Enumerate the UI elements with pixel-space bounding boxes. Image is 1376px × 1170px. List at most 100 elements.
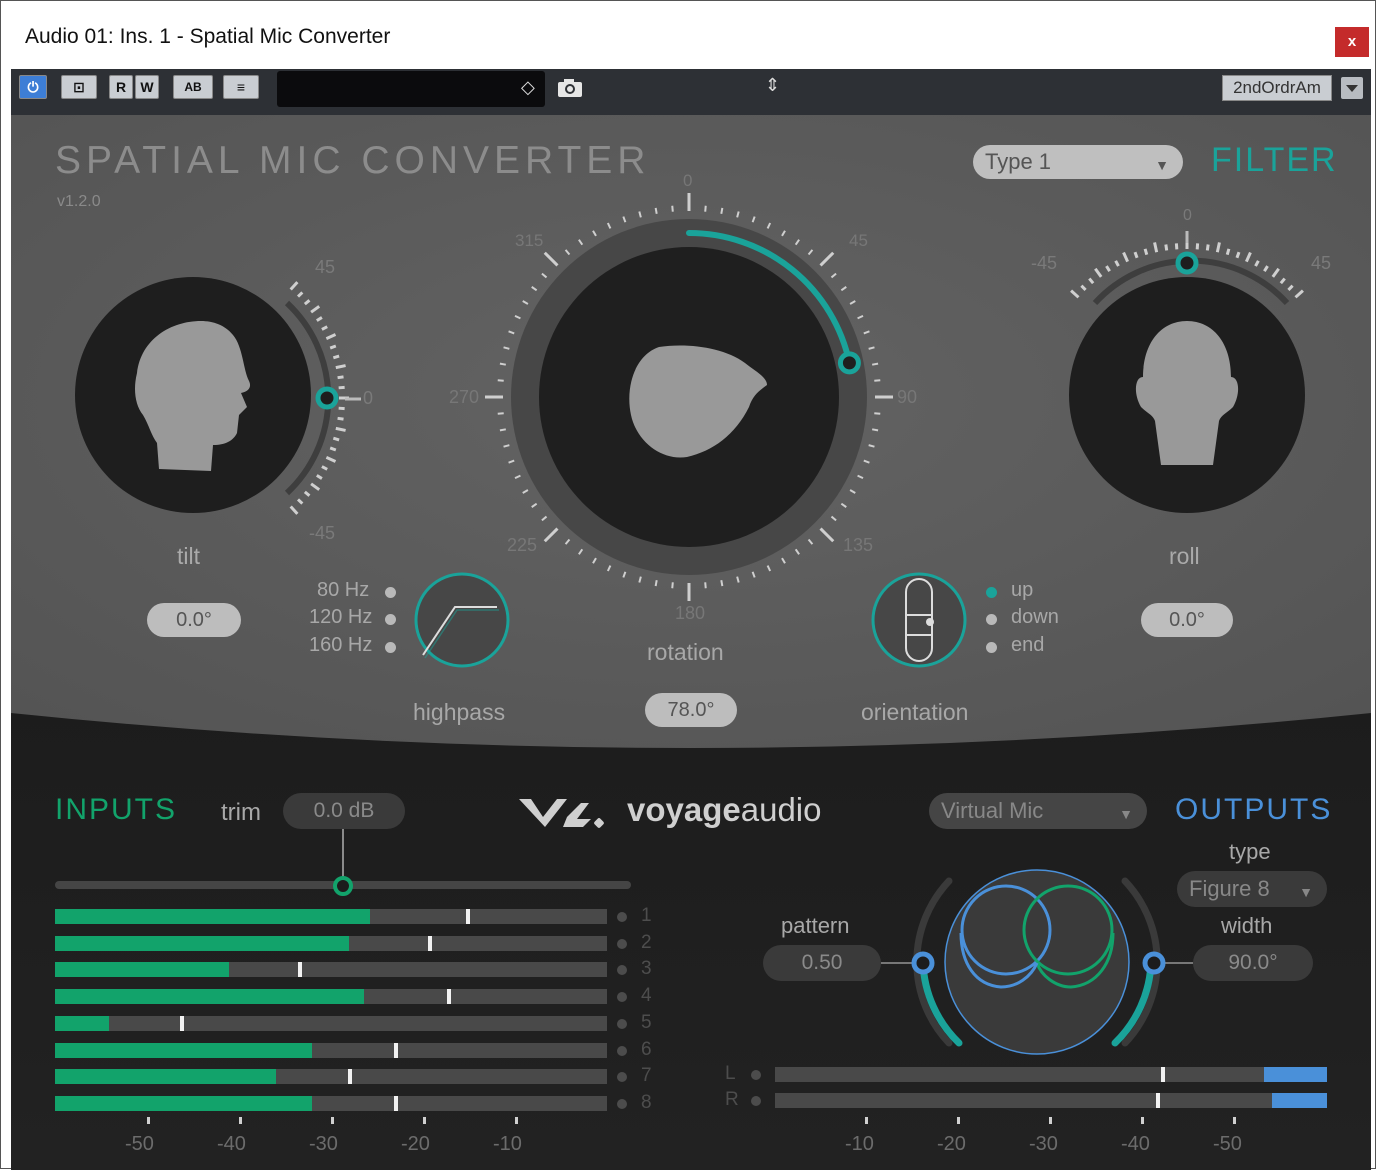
plugin-panel: SPATIAL MIC CONVERTER v1.2.0 Type 1 ▼ FI… [11, 115, 1371, 1170]
output-scale-tick [1049, 1117, 1052, 1124]
scale-tick [872, 364, 878, 365]
highpass-option-120-dot[interactable] [385, 614, 396, 625]
output-channel-dot [751, 1096, 761, 1106]
input-channel-dot [617, 1046, 627, 1056]
input-meter-level [55, 989, 364, 1004]
input-scale-label: -50 [125, 1133, 154, 1156]
tilt-scale-bottom: -45 [309, 523, 335, 544]
preset-field[interactable]: ⇕ ◇ [277, 71, 545, 107]
output-scale-label: -10 [845, 1133, 874, 1156]
output-meter-peak [1161, 1067, 1165, 1082]
highpass-option-160-dot[interactable] [385, 642, 396, 653]
read-automation-button[interactable]: R [109, 75, 133, 99]
window-title: Audio 01: Ins. 1 - Spatial Mic Converter [25, 25, 390, 49]
highpass-button[interactable] [416, 574, 508, 666]
preset-arrows-icon[interactable]: ⇕ [765, 75, 780, 96]
output-meter-peak [1156, 1093, 1160, 1108]
orientation-option-up[interactable]: up [1011, 579, 1033, 602]
camera-icon[interactable] [556, 77, 584, 99]
roll-scale-left: -45 [1031, 253, 1057, 274]
caret-down-icon: ▼ [1155, 148, 1169, 182]
scale-tick [498, 380, 504, 381]
close-button[interactable]: x [1335, 27, 1369, 57]
scale-tick [656, 580, 657, 586]
trim-value[interactable]: 0.0 dB [283, 793, 405, 829]
orientation-button[interactable] [873, 574, 965, 666]
input-meter-track [55, 1016, 607, 1031]
output-scale-label: -30 [1029, 1133, 1058, 1156]
rotation-scale-270: 270 [449, 387, 479, 408]
inputs-title: INPUTS [55, 793, 177, 827]
output-scale-tick [1141, 1117, 1144, 1124]
scale-tick [874, 380, 880, 381]
rotation-scale-0: 0 [683, 171, 692, 191]
scale-tick [330, 346, 336, 348]
input-meter-peak [394, 1096, 398, 1111]
highpass-option-120[interactable]: 120 Hz [309, 606, 372, 629]
plugin-title: SPATIAL MIC CONVERTER [55, 139, 650, 183]
rotation-scale-90: 90 [897, 387, 917, 408]
scale-tick [333, 356, 339, 358]
write-automation-button[interactable]: W [135, 75, 159, 99]
ab-compare-button[interactable]: AB [173, 75, 213, 99]
input-meter-level [55, 936, 349, 951]
orientation-end-dot[interactable] [986, 642, 997, 653]
filter-label: FILTER [1211, 141, 1338, 180]
highpass-option-80-dot[interactable] [385, 587, 396, 598]
input-channel-number: 1 [641, 905, 652, 927]
pattern-value[interactable]: 0.50 [763, 945, 881, 981]
power-button[interactable]: ⏻ [19, 75, 47, 99]
highpass-option-80[interactable]: 80 Hz [317, 579, 369, 602]
scale-tick [336, 366, 346, 368]
host-toolbar: ⏻ ⊡ R W AB ≡ ⇕ ◇ 2ndOrdrAm [11, 69, 1371, 115]
output-scale-label: -40 [1121, 1133, 1150, 1156]
rotation-knob[interactable] [485, 193, 893, 601]
highpass-option-160[interactable]: 160 Hz [309, 634, 372, 657]
input-meter-level [55, 1043, 312, 1058]
orientation-up-dot[interactable] [986, 587, 997, 598]
preset-menu-icon[interactable]: ◇ [521, 77, 535, 98]
input-channel-number: 3 [641, 958, 652, 980]
trim-label: trim [221, 799, 261, 827]
input-channel-dot [617, 1099, 627, 1109]
chevron-down-icon [1341, 77, 1363, 99]
width-label: width [1221, 913, 1272, 939]
orientation-option-down[interactable]: down [1011, 606, 1059, 629]
type-label: type [1229, 839, 1271, 865]
scale-tick [333, 438, 339, 440]
rotation-scale-45: 45 [849, 231, 868, 251]
type-value: Figure 8 [1189, 876, 1270, 901]
orientation-option-end[interactable]: end [1011, 634, 1044, 657]
roll-value[interactable]: 0.0° [1141, 603, 1233, 637]
input-channel-dot [617, 939, 627, 949]
rotation-scale-315: 315 [515, 231, 543, 251]
routing-preset-field[interactable]: 2ndOrdrAm [1222, 75, 1332, 101]
roll-scale-right: 45 [1311, 253, 1331, 274]
tilt-value[interactable]: 0.0° [147, 603, 241, 637]
width-value[interactable]: 90.0° [1193, 945, 1313, 981]
input-channel-number: 8 [641, 1092, 652, 1114]
scale-tick [1155, 242, 1157, 252]
orientation-down-dot[interactable] [986, 614, 997, 625]
output-mode-dropdown[interactable]: Virtual Mic ▼ [929, 793, 1147, 829]
input-scale-label: -10 [493, 1133, 522, 1156]
scale-tick [1217, 242, 1219, 252]
routing-preset-dropdown[interactable] [1341, 77, 1363, 99]
brand-name-bold: voyage [627, 791, 741, 828]
brand-name-light: audio [741, 791, 822, 828]
rotation-scale-180: 180 [675, 603, 705, 624]
scale-tick [872, 429, 878, 430]
filter-type-dropdown[interactable]: Type 1 ▼ [973, 145, 1183, 179]
settings-button[interactable]: ≡ [223, 75, 259, 99]
bypass-button[interactable]: ⊡ [61, 75, 97, 99]
rotation-value[interactable]: 78.0° [645, 693, 737, 727]
scale-tick [705, 206, 706, 212]
type-dropdown[interactable]: Figure 8 ▼ [1177, 871, 1327, 907]
input-channel-number: 7 [641, 1065, 652, 1087]
tilt-label: tilt [177, 543, 200, 570]
input-meter-peak [447, 989, 451, 1004]
highpass-label: highpass [413, 699, 505, 726]
scale-tick [874, 413, 880, 414]
scale-tick [1227, 249, 1229, 255]
scale-tick [1207, 244, 1208, 250]
